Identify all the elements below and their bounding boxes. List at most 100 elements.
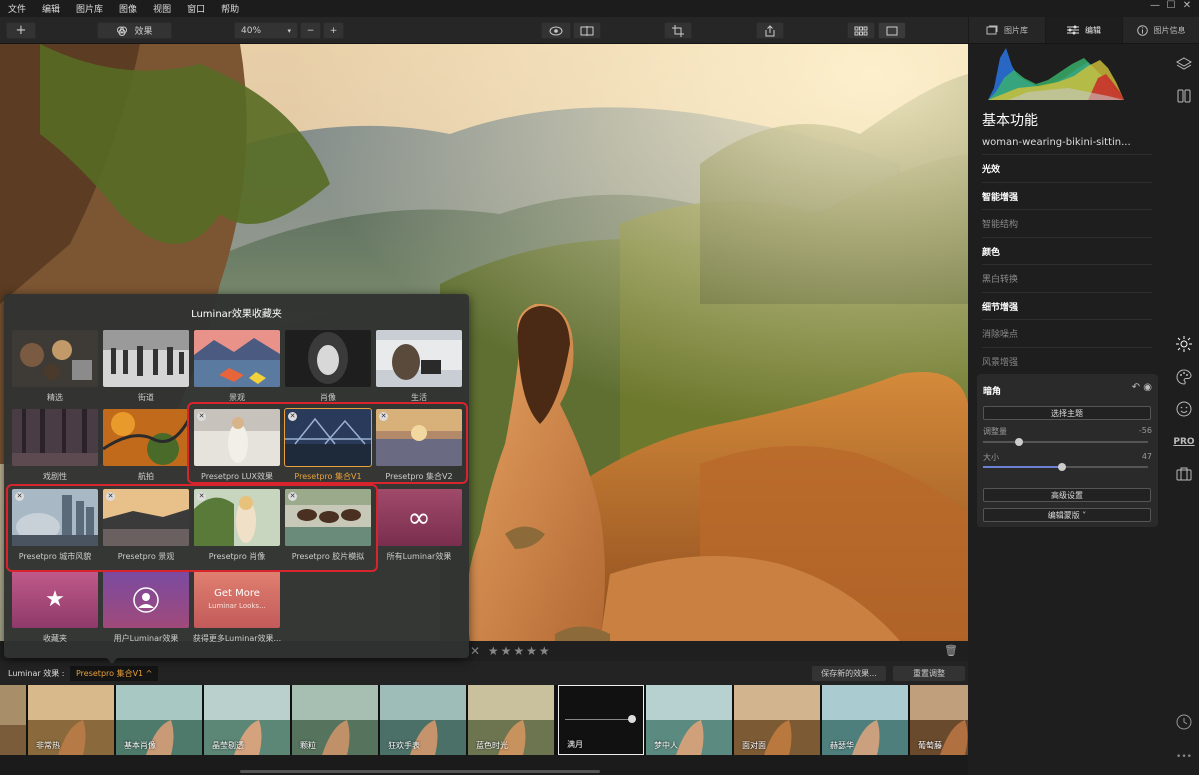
- collection-presetpro-film[interactable]: ✕ Presetpro 胶片模拟: [285, 489, 371, 567]
- maximize-button[interactable]: ☐: [1163, 0, 1179, 11]
- collection-presetpro-v2[interactable]: ✕ Presetpro 集合V2: [376, 409, 462, 487]
- collection-aerial[interactable]: 航拍: [103, 409, 189, 487]
- menu-help[interactable]: 帮助: [213, 2, 247, 15]
- look-thumb[interactable]: 晶莹剔透: [204, 685, 290, 755]
- look-thumb[interactable]: 面对面: [734, 685, 820, 755]
- look-thumb[interactable]: 梦中人: [646, 685, 732, 755]
- zoom-in-button[interactable]: +: [323, 22, 344, 39]
- compare-button[interactable]: [573, 22, 601, 39]
- menu-image[interactable]: 图像: [111, 2, 145, 15]
- preview-button[interactable]: [541, 22, 571, 39]
- look-amount-knob[interactable]: [628, 715, 636, 723]
- portrait-face-icon[interactable]: [1172, 398, 1196, 420]
- section-smart-enhance[interactable]: 智能增强: [982, 182, 1152, 209]
- select-subject-button[interactable]: 选择主题: [983, 406, 1151, 420]
- remove-icon[interactable]: ✕: [288, 492, 297, 501]
- remove-icon[interactable]: ✕: [288, 412, 297, 421]
- look-thumb[interactable]: 非常热: [28, 685, 114, 755]
- scroll-thumb[interactable]: [240, 770, 600, 773]
- advanced-settings-button[interactable]: 高级设置: [983, 488, 1151, 502]
- effects-button[interactable]: 效果: [97, 22, 172, 39]
- collection-favorites[interactable]: ★ 收藏夹: [12, 571, 98, 649]
- collection-presetpro-lux[interactable]: ✕ Presetpro LUX效果: [194, 409, 280, 487]
- star-rating[interactable]: ✕ ★★★★★: [470, 644, 552, 658]
- export-button[interactable]: [756, 22, 784, 39]
- eye-icon[interactable]: ◉: [1143, 382, 1152, 393]
- collection-featured[interactable]: 精选: [12, 330, 98, 408]
- menu-edit[interactable]: 编辑: [34, 2, 68, 15]
- tab-edit[interactable]: 编辑: [1045, 17, 1122, 43]
- look-thumb[interactable]: 狂欢手表: [380, 685, 466, 755]
- amount-knob[interactable]: [1015, 438, 1024, 446]
- menu-view[interactable]: 视图: [145, 2, 179, 15]
- creative-palette-icon[interactable]: [1172, 366, 1196, 388]
- look-thumb[interactable]: 蓝色时光: [468, 685, 554, 755]
- look-thumb[interactable]: 基本肖像: [116, 685, 202, 755]
- section-detail-enhance[interactable]: 细节增强: [982, 292, 1152, 319]
- look-label: 狂欢手表: [388, 741, 420, 750]
- collection-get-more[interactable]: Get More Luminar Looks... 获得更多Luminar效果.…: [193, 571, 281, 649]
- tab-info[interactable]: 图片信息: [1122, 17, 1199, 43]
- single-view-button[interactable]: [878, 22, 906, 39]
- collection-lifestyle[interactable]: 生活: [376, 330, 462, 408]
- collection-portrait[interactable]: 肖像: [285, 330, 371, 408]
- menu-window[interactable]: 窗口: [179, 2, 213, 15]
- section-landscape-enhance[interactable]: 风景增强: [982, 347, 1152, 374]
- toolbox-icon[interactable]: [1172, 463, 1196, 485]
- size-slider[interactable]: [983, 463, 1148, 471]
- reset-icon[interactable]: ↶: [1132, 382, 1140, 393]
- look-thumb[interactable]: 葡萄藤: [910, 685, 968, 755]
- collection-presetpro-v1[interactable]: ✕ Presetpro 集合V1: [284, 408, 372, 487]
- look-thumb[interactable]: 赫瑟华: [822, 685, 908, 755]
- remove-icon[interactable]: ✕: [106, 492, 115, 501]
- collection-all-luminar[interactable]: ∞ 所有Luminar效果: [376, 489, 462, 567]
- section-bw-conversion[interactable]: 黑白转换: [982, 264, 1152, 291]
- collection-landscape[interactable]: 景观: [194, 330, 280, 408]
- grid-icon: [854, 26, 868, 35]
- collection-label: 生活: [411, 393, 427, 402]
- look-thumb-partial[interactable]: [0, 685, 26, 755]
- more-options-icon[interactable]: •••: [1172, 746, 1196, 768]
- section-denoise[interactable]: 消除噪点: [982, 319, 1152, 346]
- collection-dramatic[interactable]: 戏剧性: [12, 409, 98, 487]
- look-thumb[interactable]: 颗粒: [292, 685, 378, 755]
- zoom-out-button[interactable]: −: [300, 22, 321, 39]
- collection-presetpro-portrait[interactable]: ✕ Presetpro 肖像: [194, 489, 280, 567]
- tab-library[interactable]: 图片库: [968, 17, 1045, 43]
- section-light[interactable]: 光效: [982, 154, 1152, 181]
- layers-icon[interactable]: [1172, 53, 1196, 75]
- look-thumb-selected[interactable]: 满月: [558, 685, 644, 755]
- history-clock-icon[interactable]: [1172, 711, 1196, 733]
- trash-icon[interactable]: 🗑: [944, 644, 958, 657]
- remove-icon[interactable]: ✕: [379, 412, 388, 421]
- collection-user-luminar[interactable]: 用户Luminar效果: [103, 571, 189, 649]
- crop-button[interactable]: [664, 22, 692, 39]
- zoom-select[interactable]: 40% ▾: [234, 22, 298, 39]
- edit-mask-button[interactable]: 编辑蒙版 ˅: [983, 508, 1151, 522]
- minimize-button[interactable]: —: [1147, 0, 1163, 11]
- pro-icon[interactable]: PRO: [1172, 431, 1196, 453]
- strip-scrollbar[interactable]: [0, 755, 968, 775]
- collection-presetpro-landscape[interactable]: ✕ Presetpro 景观: [103, 489, 189, 567]
- menu-file[interactable]: 文件: [0, 2, 34, 15]
- remove-icon[interactable]: ✕: [197, 412, 206, 421]
- add-image-button[interactable]: +: [6, 22, 36, 39]
- save-look-button[interactable]: 保存新的效果...: [812, 666, 886, 681]
- reset-adjustments-button[interactable]: 重置调整: [893, 666, 965, 681]
- collection-presetpro-cityscape[interactable]: ✕ Presetpro 城市风貌: [12, 489, 98, 567]
- remove-icon[interactable]: ✕: [15, 492, 24, 501]
- remove-icon[interactable]: ✕: [197, 492, 206, 501]
- section-color[interactable]: 颜色: [982, 237, 1152, 264]
- look-amount-slider[interactable]: [565, 719, 635, 720]
- amount-slider[interactable]: [983, 438, 1148, 446]
- close-window-button[interactable]: ✕: [1179, 0, 1195, 11]
- canvas-icon[interactable]: [1172, 85, 1196, 107]
- essentials-sun-icon[interactable]: [1172, 333, 1196, 355]
- section-smart-structure[interactable]: 智能结构: [982, 209, 1152, 236]
- size-knob[interactable]: [1058, 463, 1067, 471]
- menu-library[interactable]: 图片库: [68, 2, 111, 15]
- collection-street[interactable]: 街道: [103, 330, 189, 408]
- grid-view-button[interactable]: [847, 22, 875, 39]
- looks-collection-select[interactable]: Presetpro 集合V1 ^: [70, 666, 159, 681]
- get-more-title: Get More: [214, 588, 260, 599]
